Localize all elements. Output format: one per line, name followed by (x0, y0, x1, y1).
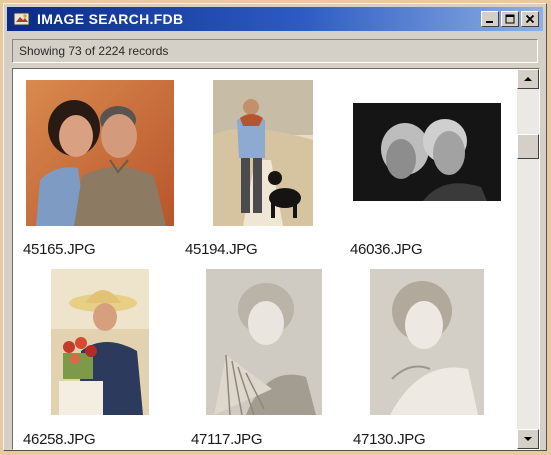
app-icon (13, 12, 30, 26)
arrow-down-icon (524, 437, 532, 441)
close-icon (525, 14, 535, 24)
minimize-icon (486, 21, 493, 23)
thumbnail-caption: 46036.JPG (350, 241, 423, 258)
thumbnail-caption: 47117.JPG (191, 431, 263, 448)
photo-elderly-couple (353, 103, 501, 201)
scroll-thumb[interactable] (517, 134, 539, 159)
image-search-window: IMAGE SEARCH.FDB Showing 73 of 2224 reco… (3, 3, 547, 451)
photo-woman-with-flowers (51, 269, 149, 415)
status-bar: Showing 73 of 2224 records (12, 39, 538, 63)
window-title: IMAGE SEARCH.FDB (37, 11, 184, 27)
scroll-down-button[interactable] (517, 429, 539, 449)
thumbnail-caption: 45194.JPG (185, 241, 258, 258)
record-count-text: Showing 73 of 2224 records (19, 44, 169, 58)
thumbnail-46036[interactable] (353, 103, 501, 201)
photo-man-with-dog (213, 80, 313, 226)
maximize-icon (505, 14, 515, 24)
photo-woman-with-fan (206, 269, 322, 415)
thumbnail-grid: 45165.JPG 45194.JPG 46036.JPG 46258.JPG … (12, 68, 540, 450)
thumbnail-caption: 46258.JPG (23, 431, 96, 448)
minimize-button[interactable] (481, 11, 499, 27)
thumbnail-45165[interactable] (26, 80, 174, 226)
arrow-up-icon (524, 77, 532, 81)
thumbnail-47117[interactable] (206, 269, 322, 415)
photo-woman-portrait (370, 269, 484, 415)
close-button[interactable] (521, 11, 539, 27)
thumbnail-45194[interactable] (213, 80, 313, 226)
thumbnail-caption: 47130.JPG (353, 431, 426, 448)
title-bar[interactable]: IMAGE SEARCH.FDB (7, 7, 543, 31)
thumbnail-caption: 45165.JPG (23, 241, 96, 258)
thumbnail-47130[interactable] (370, 269, 484, 415)
maximize-button[interactable] (501, 11, 519, 27)
thumbnail-46258[interactable] (51, 269, 149, 415)
scroll-up-button[interactable] (517, 69, 539, 89)
photo-couple (26, 80, 174, 226)
vertical-scrollbar[interactable] (517, 69, 539, 449)
